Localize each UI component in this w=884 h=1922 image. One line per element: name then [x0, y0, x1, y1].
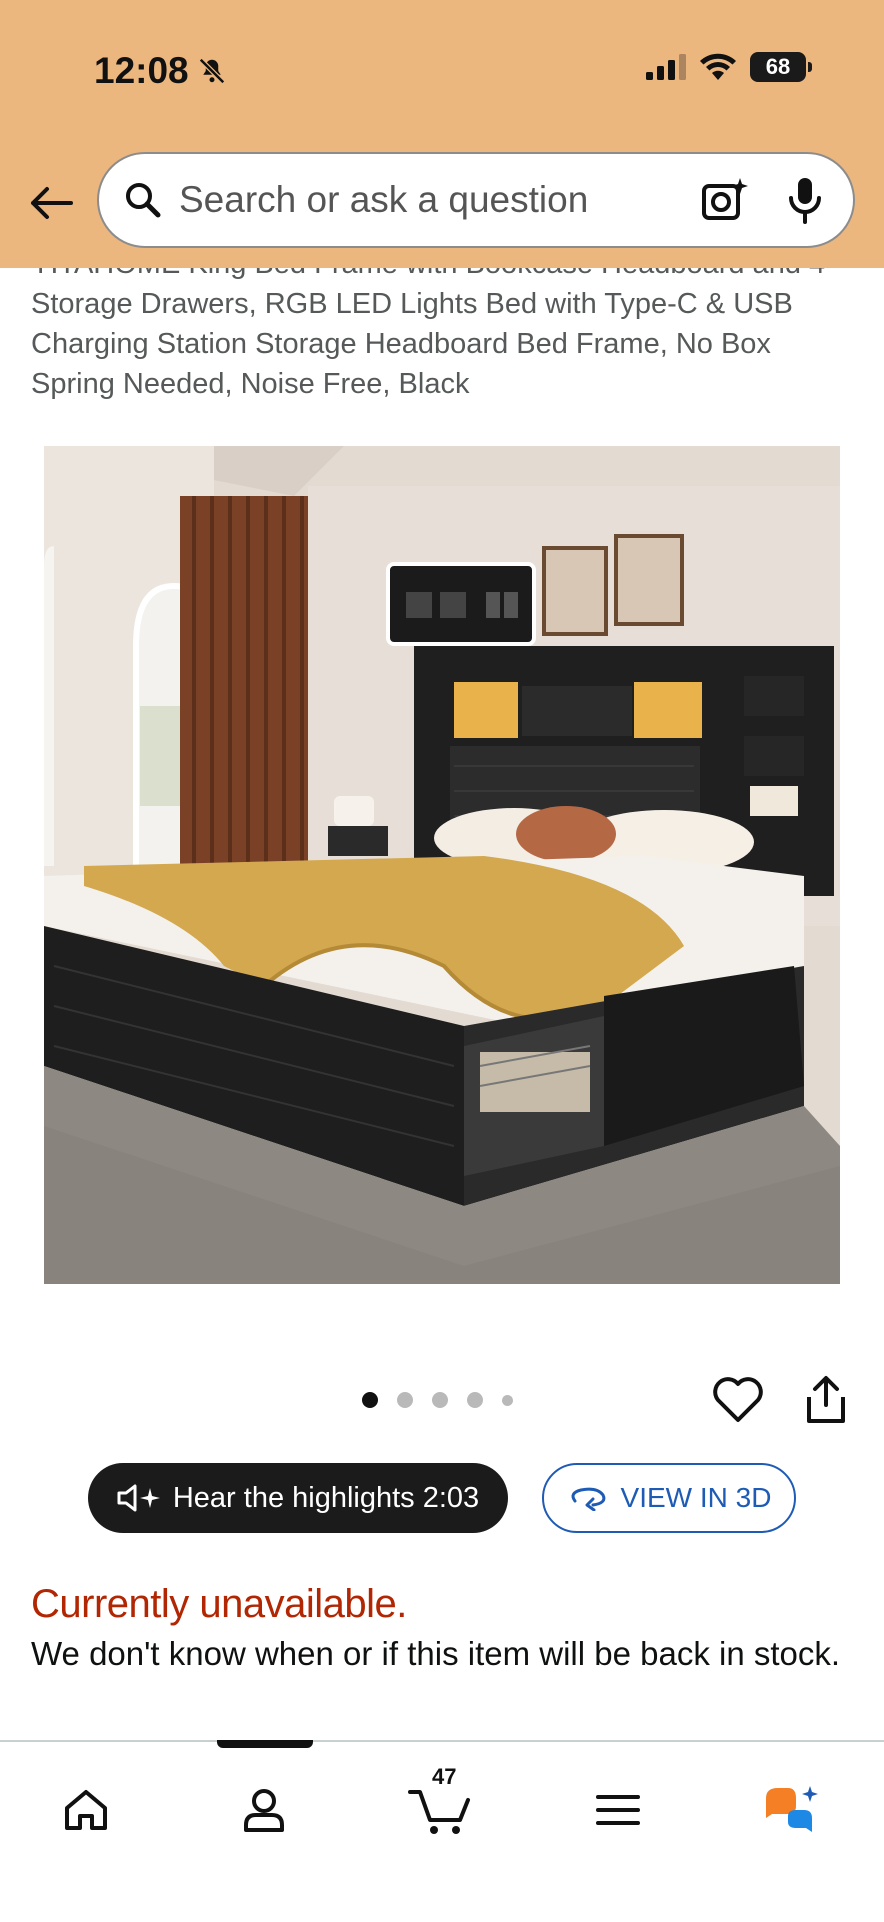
rufus-assistant-icon [766, 1786, 818, 1832]
nav-account[interactable] [224, 1770, 304, 1850]
cart-count: 47 [432, 1764, 457, 1789]
product-title-rest: Storage Drawers, RGB LED Lights Bed with… [31, 288, 793, 400]
carousel-dot[interactable] [467, 1392, 483, 1408]
availability-status: Currently unavailable. [31, 1582, 407, 1626]
battery-icon: 68 [750, 52, 812, 82]
back-button[interactable] [26, 178, 76, 228]
status-time: 12:08 [94, 50, 227, 92]
product-title: YITAHOME King Bed Frame with Bookcase He… [31, 244, 861, 404]
battery-level: 68 [765, 54, 791, 79]
hear-highlights-button[interactable]: Hear the highlights 2:03 [88, 1463, 508, 1533]
share-button[interactable] [805, 1375, 847, 1425]
view-in-3d-button[interactable]: VIEW IN 3D [542, 1463, 796, 1533]
nav-menu[interactable] [578, 1770, 658, 1850]
nav-rufus-assistant[interactable] [752, 1770, 832, 1850]
nav-home[interactable] [46, 1770, 126, 1850]
search-icon [121, 178, 165, 222]
carousel-dot[interactable] [362, 1392, 378, 1408]
app-header: 12:08 68 Search or ask a question [0, 0, 884, 268]
home-icon [65, 1790, 107, 1830]
image-carousel-dots [362, 1392, 513, 1408]
search-bar[interactable]: Search or ask a question [97, 152, 855, 248]
active-tab-indicator [217, 1740, 313, 1748]
speaker-sparkle-icon [117, 1484, 160, 1512]
wishlist-button[interactable] [712, 1376, 764, 1424]
rotate-3d-icon [571, 1487, 605, 1511]
menu-icon [596, 1795, 640, 1825]
status-time-text: 12:08 [94, 50, 189, 91]
view-in-3d-label: VIEW IN 3D [620, 1482, 772, 1513]
heart-icon [713, 1377, 763, 1422]
share-icon [807, 1376, 845, 1423]
product-image[interactable] [44, 446, 840, 1284]
status-icons: 68 [646, 52, 812, 82]
carousel-dot[interactable] [502, 1394, 513, 1406]
cart-icon [408, 1790, 470, 1834]
bottom-navigation: 47 [0, 1740, 884, 1922]
carousel-dot[interactable] [397, 1392, 413, 1408]
availability-message: We don't know when or if this item will … [31, 1635, 841, 1672]
carousel-dot[interactable] [432, 1392, 448, 1408]
search-input[interactable]: Search or ask a question [179, 179, 699, 221]
back-arrow-icon [31, 187, 73, 219]
bell-slash-icon [198, 57, 225, 85]
microphone-icon[interactable] [783, 175, 827, 225]
account-icon [244, 1789, 284, 1832]
wifi-icon [700, 53, 736, 80]
signal-icon [646, 54, 686, 80]
nav-cart[interactable]: 47 [400, 1764, 480, 1850]
hear-highlights-label: Hear the highlights 2:03 [172, 1481, 480, 1514]
camera-sparkle-icon[interactable] [699, 175, 749, 225]
product-photo-bed [44, 446, 840, 1284]
